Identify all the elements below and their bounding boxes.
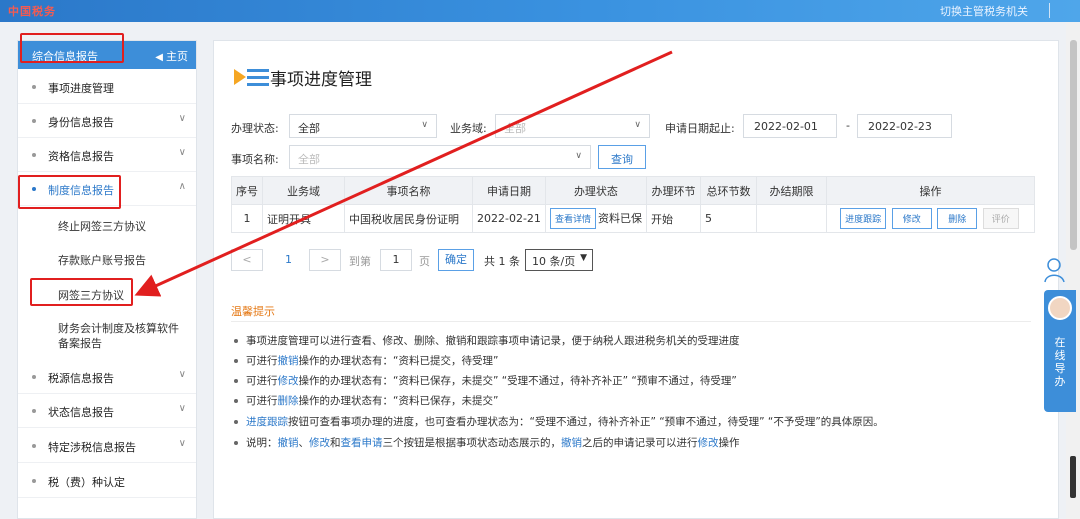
user-profile-icon[interactable] bbox=[1044, 256, 1066, 284]
annotation-arrow bbox=[134, 50, 673, 297]
online-guide-label: 在线导办 bbox=[1054, 336, 1066, 388]
assistant-avatar-icon bbox=[1048, 296, 1072, 320]
scrollbar-thumb[interactable] bbox=[1070, 40, 1077, 250]
online-guide-button[interactable]: 在线导办 bbox=[1044, 290, 1076, 412]
scrollbar-handle[interactable] bbox=[1070, 456, 1076, 498]
